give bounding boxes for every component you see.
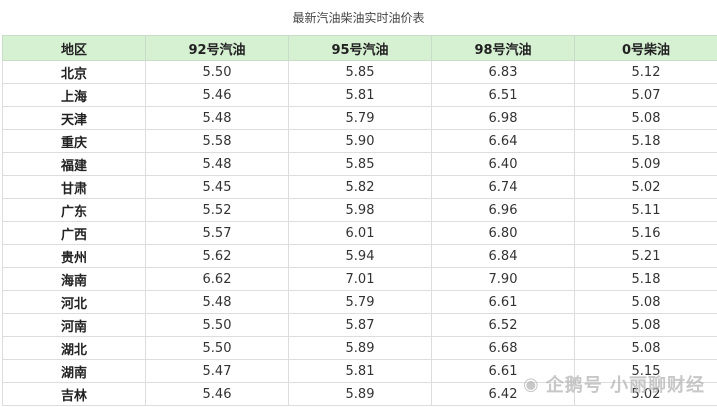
cell-98-gasoline: 6.68 bbox=[431, 336, 575, 360]
cell-0-diesel: 5.21 bbox=[574, 244, 717, 268]
cell-region: 天津 bbox=[2, 106, 146, 130]
cell-98-gasoline: 6.52 bbox=[431, 313, 575, 337]
cell-92-gasoline: 5.50 bbox=[145, 313, 289, 337]
cell-95-gasoline: 5.85 bbox=[288, 152, 432, 176]
cell-95-gasoline: 5.98 bbox=[288, 198, 432, 222]
cell-92-gasoline: 5.45 bbox=[145, 175, 289, 199]
cell-98-gasoline: 6.84 bbox=[431, 244, 575, 268]
table-caption: 最新汽油柴油实时油价表 bbox=[292, 11, 425, 25]
cell-98-gasoline: 6.83 bbox=[431, 60, 575, 84]
cell-region: 广西 bbox=[2, 221, 146, 245]
column-header-region: 地区 bbox=[2, 35, 146, 61]
cell-0-diesel: 5.08 bbox=[574, 106, 717, 130]
cell-0-diesel: 5.16 bbox=[574, 221, 717, 245]
cell-95-gasoline: 5.87 bbox=[288, 313, 432, 337]
cell-region: 广东 bbox=[2, 198, 146, 222]
cell-98-gasoline: 6.96 bbox=[431, 198, 575, 222]
cell-0-diesel: 5.12 bbox=[574, 60, 717, 84]
cell-95-gasoline: 7.01 bbox=[288, 267, 432, 291]
table-row: 上海 5.46 5.81 6.51 5.07 bbox=[2, 83, 717, 107]
cell-95-gasoline: 6.01 bbox=[288, 221, 432, 245]
cell-92-gasoline: 5.48 bbox=[145, 152, 289, 176]
table-row: 天津 5.48 5.79 6.98 5.08 bbox=[2, 106, 717, 130]
cell-95-gasoline: 5.81 bbox=[288, 83, 432, 107]
cell-98-gasoline: 7.90 bbox=[431, 267, 575, 291]
cell-0-diesel: 5.15 bbox=[574, 359, 717, 383]
cell-98-gasoline: 6.42 bbox=[431, 382, 575, 406]
cell-region: 重庆 bbox=[2, 129, 146, 153]
cell-95-gasoline: 5.79 bbox=[288, 106, 432, 130]
cell-92-gasoline: 5.48 bbox=[145, 106, 289, 130]
cell-region: 湖南 bbox=[2, 359, 146, 383]
cell-95-gasoline: 5.85 bbox=[288, 60, 432, 84]
cell-region: 北京 bbox=[2, 60, 146, 84]
cell-98-gasoline: 6.61 bbox=[431, 359, 575, 383]
cell-98-gasoline: 6.98 bbox=[431, 106, 575, 130]
table-body: 北京 5.50 5.85 6.83 5.12 上海 5.46 5.81 6.51 5.07 天津 5.… bbox=[2, 60, 717, 406]
column-header-98-gasoline: 98号汽油 bbox=[431, 35, 575, 61]
cell-92-gasoline: 5.47 bbox=[145, 359, 289, 383]
cell-95-gasoline: 5.90 bbox=[288, 129, 432, 153]
table-row: 贵州 5.62 5.94 6.84 5.21 bbox=[2, 244, 717, 268]
cell-92-gasoline: 5.57 bbox=[145, 221, 289, 245]
table-row: 重庆 5.58 5.90 6.64 5.18 bbox=[2, 129, 717, 153]
cell-region: 贵州 bbox=[2, 244, 146, 268]
table-row: 甘肃 5.45 5.82 6.74 5.02 bbox=[2, 175, 717, 199]
cell-92-gasoline: 5.58 bbox=[145, 129, 289, 153]
cell-0-diesel: 5.02 bbox=[574, 382, 717, 406]
cell-0-diesel: 5.02 bbox=[574, 175, 717, 199]
table-row: 湖南 5.47 5.81 6.61 5.15 bbox=[2, 359, 717, 383]
column-header-95-gasoline: 95号汽油 bbox=[288, 35, 432, 61]
cell-region: 湖北 bbox=[2, 336, 146, 360]
cell-92-gasoline: 6.62 bbox=[145, 267, 289, 291]
cell-92-gasoline: 5.62 bbox=[145, 244, 289, 268]
column-header-92-gasoline: 92号汽油 bbox=[145, 35, 289, 61]
cell-region: 上海 bbox=[2, 83, 146, 107]
cell-98-gasoline: 6.51 bbox=[431, 83, 575, 107]
table-row: 湖北 5.50 5.89 6.68 5.08 bbox=[2, 336, 717, 360]
cell-region: 福建 bbox=[2, 152, 146, 176]
cell-95-gasoline: 5.94 bbox=[288, 244, 432, 268]
cell-region: 河北 bbox=[2, 290, 146, 314]
cell-95-gasoline: 5.81 bbox=[288, 359, 432, 383]
table-row: 广东 5.52 5.98 6.96 5.11 bbox=[2, 198, 717, 222]
table-row: 吉林 5.46 5.89 6.42 5.02 bbox=[2, 382, 717, 406]
cell-98-gasoline: 6.61 bbox=[431, 290, 575, 314]
table-row: 河北 5.48 5.79 6.61 5.08 bbox=[2, 290, 717, 314]
cell-95-gasoline: 5.79 bbox=[288, 290, 432, 314]
cell-92-gasoline: 5.50 bbox=[145, 336, 289, 360]
cell-98-gasoline: 6.80 bbox=[431, 221, 575, 245]
table-row: 河南 5.50 5.87 6.52 5.08 bbox=[2, 313, 717, 337]
cell-region: 河南 bbox=[2, 313, 146, 337]
cell-92-gasoline: 5.46 bbox=[145, 382, 289, 406]
cell-98-gasoline: 6.40 bbox=[431, 152, 575, 176]
cell-0-diesel: 5.09 bbox=[574, 152, 717, 176]
cell-95-gasoline: 5.89 bbox=[288, 382, 432, 406]
cell-98-gasoline: 6.74 bbox=[431, 175, 575, 199]
table-header-row: 地区 92号汽油 95号汽油 98号汽油 0号柴油 bbox=[2, 35, 717, 61]
cell-0-diesel: 5.18 bbox=[574, 129, 717, 153]
cell-0-diesel: 5.18 bbox=[574, 267, 717, 291]
cell-region: 吉林 bbox=[2, 382, 146, 406]
cell-92-gasoline: 5.50 bbox=[145, 60, 289, 84]
table-row: 北京 5.50 5.85 6.83 5.12 bbox=[2, 60, 717, 84]
cell-0-diesel: 5.11 bbox=[574, 198, 717, 222]
cell-98-gasoline: 6.64 bbox=[431, 129, 575, 153]
oil-price-table: 地区 92号汽油 95号汽油 98号汽油 0号柴油 北京 5.50 5.85 6.83… bbox=[2, 35, 717, 406]
table-row: 海南 6.62 7.01 7.90 5.18 bbox=[2, 267, 717, 291]
cell-95-gasoline: 5.82 bbox=[288, 175, 432, 199]
table-row: 福建 5.48 5.85 6.40 5.09 bbox=[2, 152, 717, 176]
cell-0-diesel: 5.08 bbox=[574, 336, 717, 360]
table-row: 广西 5.57 6.01 6.80 5.16 bbox=[2, 221, 717, 245]
cell-0-diesel: 5.07 bbox=[574, 83, 717, 107]
cell-95-gasoline: 5.89 bbox=[288, 336, 432, 360]
cell-0-diesel: 5.08 bbox=[574, 290, 717, 314]
column-header-0-diesel: 0号柴油 bbox=[574, 35, 717, 61]
cell-0-diesel: 5.08 bbox=[574, 313, 717, 337]
cell-92-gasoline: 5.46 bbox=[145, 83, 289, 107]
cell-region: 甘肃 bbox=[2, 175, 146, 199]
cell-92-gasoline: 5.48 bbox=[145, 290, 289, 314]
cell-92-gasoline: 5.52 bbox=[145, 198, 289, 222]
cell-region: 海南 bbox=[2, 267, 146, 291]
